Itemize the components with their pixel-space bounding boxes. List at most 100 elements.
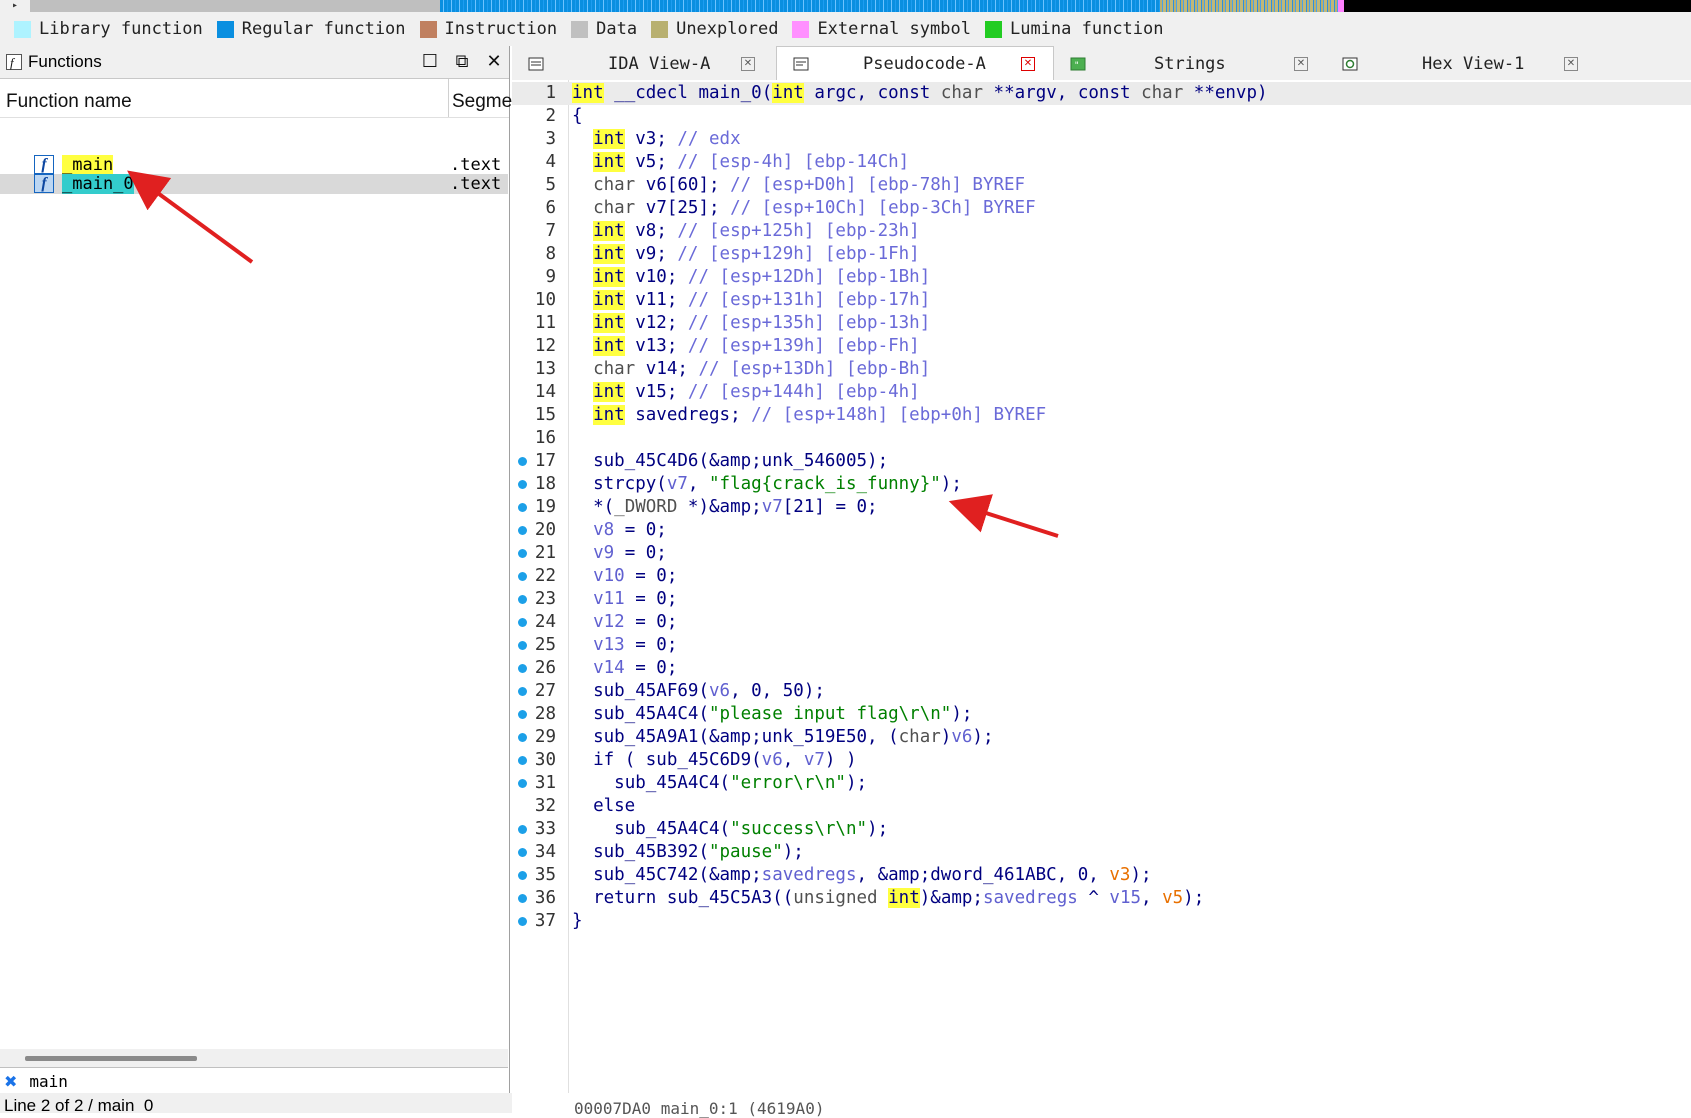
code-line[interactable]: 18 strcpy(v7, "flag{crack_is_funny}"); bbox=[512, 473, 1691, 496]
tab-ida-view-a[interactable]: IDA View-A ✕ bbox=[512, 48, 774, 80]
code-text[interactable]: int v3; // edx bbox=[572, 128, 741, 151]
code-text[interactable]: if ( sub_45C6D9(v6, v7) ) bbox=[572, 749, 856, 772]
code-line[interactable]: 15 int savedregs; // [esp+148h] [ebp+0h]… bbox=[512, 404, 1691, 427]
tab-pseudocode-a[interactable]: Pseudocode-A ✕ bbox=[776, 46, 1054, 81]
code-line[interactable]: 35 sub_45C742(&amp;savedregs, &amp;dword… bbox=[512, 864, 1691, 887]
code-line[interactable]: 37} bbox=[512, 910, 1691, 933]
code-line[interactable]: 21 v9 = 0; bbox=[512, 542, 1691, 565]
function-search-bar[interactable]: ✖ main bbox=[0, 1067, 508, 1094]
tab-close-icon[interactable]: ✕ bbox=[741, 57, 755, 71]
code-line[interactable]: 20 v8 = 0; bbox=[512, 519, 1691, 542]
code-text[interactable]: v13 = 0; bbox=[572, 634, 677, 657]
code-line[interactable]: 1 int __cdecl main_0(int argc, const char… bbox=[512, 82, 1691, 105]
code-line[interactable]: 16 bbox=[512, 427, 1691, 450]
code-line[interactable]: 30 if ( sub_45C6D9(v6, v7) ) bbox=[512, 749, 1691, 772]
code-line[interactable]: 23 v11 = 0; bbox=[512, 588, 1691, 611]
code-text[interactable]: } bbox=[572, 910, 583, 933]
code-text[interactable]: sub_45A4C4("please input flag\r\n"); bbox=[572, 703, 972, 726]
code-text[interactable]: char v7[25]; // [esp+10Ch] [ebp-3Ch] BYR… bbox=[572, 197, 1036, 220]
code-text[interactable]: int v15; // [esp+144h] [ebp-4h] bbox=[572, 381, 920, 404]
clear-search-icon[interactable]: ✖ bbox=[4, 1072, 17, 1091]
code-line[interactable]: 29 sub_45A9A1(&amp;unk_519E50, (char)v6)… bbox=[512, 726, 1691, 749]
code-text[interactable]: strcpy(v7, "flag{crack_is_funny}"); bbox=[572, 473, 962, 496]
pseudocode-view[interactable]: 1 int __cdecl main_0(int argc, const char… bbox=[512, 80, 1691, 1113]
tab-close-icon[interactable]: ✕ bbox=[1564, 57, 1578, 71]
code-line[interactable]: 31 sub_45A4C4("error\r\n"); bbox=[512, 772, 1691, 795]
code-text[interactable]: sub_45C4D6(&amp;unk_546005); bbox=[572, 450, 888, 473]
code-text[interactable]: int v12; // [esp+135h] [ebp-13h] bbox=[572, 312, 930, 335]
code-text[interactable]: v8 = 0; bbox=[572, 519, 667, 542]
code-line[interactable]: 17 sub_45C4D6(&amp;unk_546005); bbox=[512, 450, 1691, 473]
code-text[interactable]: int v8; // [esp+125h] [ebp-23h] bbox=[572, 220, 920, 243]
code-line[interactable]: 5 char v6[60]; // [esp+D0h] [ebp-78h] BY… bbox=[512, 174, 1691, 197]
code-text[interactable]: int v10; // [esp+12Dh] [ebp-1Bh] bbox=[572, 266, 930, 289]
code-line[interactable]: 19 *(_DWORD *)&amp;v7[21] = 0; bbox=[512, 496, 1691, 519]
tab-strings[interactable]: " Strings ✕ bbox=[1054, 48, 1324, 80]
code-text[interactable]: *(_DWORD *)&amp;v7[21] = 0; bbox=[572, 496, 878, 519]
maximize-icon[interactable]: ☐ bbox=[419, 50, 441, 72]
column-function-name[interactable]: Function name bbox=[6, 91, 132, 113]
tab-close-icon[interactable]: ✕ bbox=[1294, 57, 1308, 71]
code-line[interactable]: 10 int v11; // [esp+131h] [ebp-17h] bbox=[512, 289, 1691, 312]
code-line[interactable]: 13 char v14; // [esp+13Dh] [ebp-Bh] bbox=[512, 358, 1691, 381]
code-text[interactable]: return sub_45C5A3((unsigned int)&amp;sav… bbox=[572, 887, 1204, 910]
code-line[interactable]: 6 char v7[25]; // [esp+10Ch] [ebp-3Ch] B… bbox=[512, 197, 1691, 220]
functions-titlebar[interactable]: f Functions ☐ ⧉ ✕ bbox=[0, 46, 509, 79]
code-line[interactable]: 11 int v12; // [esp+135h] [ebp-13h] bbox=[512, 312, 1691, 335]
code-line[interactable]: 22 v10 = 0; bbox=[512, 565, 1691, 588]
code-text[interactable]: char v6[60]; // [esp+D0h] [ebp-78h] BYRE… bbox=[572, 174, 1025, 197]
code-line[interactable]: 26 v14 = 0; bbox=[512, 657, 1691, 680]
tab-hex-view-1[interactable]: Hex View-1 ✕ bbox=[1326, 48, 1606, 80]
code-text[interactable]: sub_45B392("pause"); bbox=[572, 841, 804, 864]
code-line[interactable]: 9 int v10; // [esp+12Dh] [ebp-1Bh] bbox=[512, 266, 1691, 289]
code-line[interactable]: 2{ bbox=[512, 105, 1691, 128]
code-text[interactable]: int savedregs; // [esp+148h] [ebp+0h] BY… bbox=[572, 404, 1046, 427]
code-line[interactable]: 36 return sub_45C5A3((unsigned int)&amp;… bbox=[512, 887, 1691, 910]
code-text[interactable]: v11 = 0; bbox=[572, 588, 677, 611]
code-text[interactable]: sub_45A9A1(&amp;unk_519E50, (char)v6); bbox=[572, 726, 993, 749]
code-line[interactable]: 27 sub_45AF69(v6, 0, 50); bbox=[512, 680, 1691, 703]
code-line[interactable]: 12 int v13; // [esp+139h] [ebp-Fh] bbox=[512, 335, 1691, 358]
navigation-band[interactable]: ▸ bbox=[0, 0, 1691, 12]
code-text[interactable]: int v5; // [esp-4h] [ebp-14Ch] bbox=[572, 151, 909, 174]
code-text[interactable]: sub_45A4C4("success\r\n"); bbox=[572, 818, 888, 841]
code-text[interactable]: sub_45AF69(v6, 0, 50); bbox=[572, 680, 825, 703]
code-text[interactable]: v10 = 0; bbox=[572, 565, 677, 588]
code-line[interactable]: 33 sub_45A4C4("success\r\n"); bbox=[512, 818, 1691, 841]
search-text[interactable]: main bbox=[29, 1072, 68, 1091]
function-row-selected[interactable]: f _main_0 .text bbox=[0, 174, 508, 194]
nav-arrow-icon[interactable]: ▸ bbox=[0, 0, 30, 12]
code-text[interactable]: v12 = 0; bbox=[572, 611, 677, 634]
code-text[interactable]: int __cdecl main_0(int argc, const char … bbox=[572, 82, 1268, 105]
code-text[interactable]: { bbox=[572, 105, 583, 128]
code-line[interactable]: 32 else bbox=[512, 795, 1691, 818]
code-text[interactable]: int v11; // [esp+131h] [ebp-17h] bbox=[572, 289, 930, 312]
code-line[interactable]: 7 int v8; // [esp+125h] [ebp-23h] bbox=[512, 220, 1691, 243]
restore-icon[interactable]: ⧉ bbox=[451, 50, 473, 72]
code-text[interactable]: v14 = 0; bbox=[572, 657, 677, 680]
code-line[interactable]: 25 v13 = 0; bbox=[512, 634, 1691, 657]
code-text[interactable]: int v13; // [esp+139h] [ebp-Fh] bbox=[572, 335, 920, 358]
code-line[interactable]: 3 int v3; // edx bbox=[512, 128, 1691, 151]
code-line[interactable]: 34 sub_45B392("pause"); bbox=[512, 841, 1691, 864]
tab-close-icon[interactable]: ✕ bbox=[1021, 57, 1035, 71]
code-text[interactable]: sub_45C742(&amp;savedregs, &amp;dword_46… bbox=[572, 864, 1151, 887]
code-text[interactable]: char v14; // [esp+13Dh] [ebp-Bh] bbox=[572, 358, 930, 381]
code-line[interactable]: 4 int v5; // [esp-4h] [ebp-14Ch] bbox=[512, 151, 1691, 174]
code-line[interactable]: 14 int v15; // [esp+144h] [ebp-4h] bbox=[512, 381, 1691, 404]
column-divider[interactable] bbox=[448, 79, 449, 117]
code-text[interactable]: sub_45A4C4("error\r\n"); bbox=[572, 772, 867, 795]
column-segment[interactable]: Segme bbox=[452, 91, 512, 113]
code-text[interactable]: v9 = 0; bbox=[572, 542, 667, 565]
function-icon: f bbox=[34, 174, 54, 193]
code-line[interactable]: 28 sub_45A4C4("please input flag\r\n"); bbox=[512, 703, 1691, 726]
code-text[interactable]: int v9; // [esp+129h] [ebp-1Fh] bbox=[572, 243, 920, 266]
close-icon[interactable]: ✕ bbox=[483, 50, 505, 72]
code-line[interactable]: 24 v12 = 0; bbox=[512, 611, 1691, 634]
code-text[interactable]: else bbox=[572, 795, 635, 818]
horizontal-scrollbar[interactable] bbox=[0, 1049, 508, 1067]
scrollbar-thumb[interactable] bbox=[25, 1056, 197, 1061]
function-row[interactable]: f _main .text bbox=[0, 155, 508, 175]
functions-column-header: Function name Segme bbox=[0, 79, 512, 118]
code-line[interactable]: 8 int v9; // [esp+129h] [ebp-1Fh] bbox=[512, 243, 1691, 266]
